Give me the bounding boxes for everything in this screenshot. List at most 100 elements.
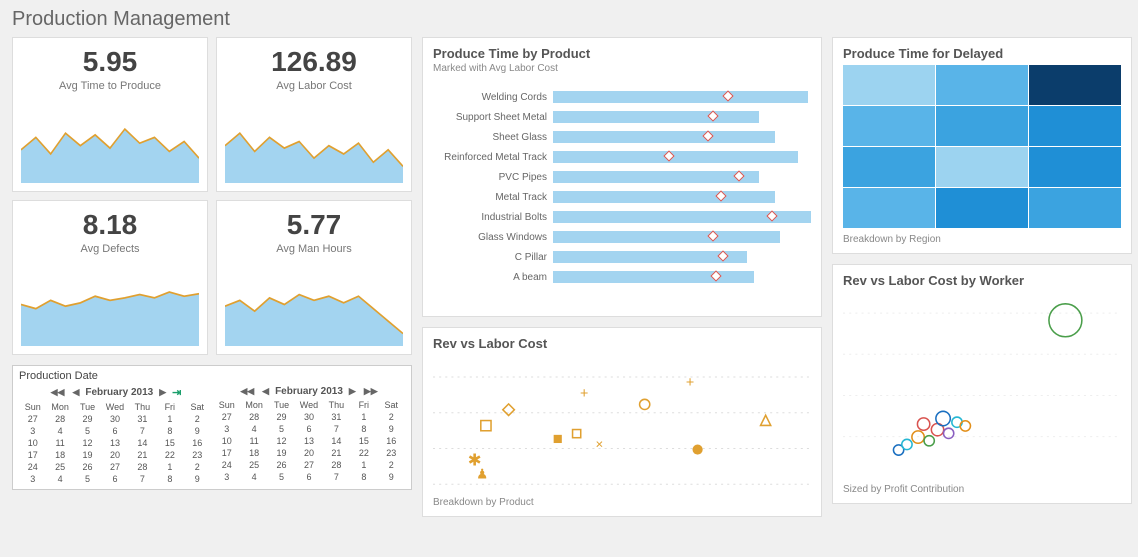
calendar-day[interactable]: 25 [240, 459, 267, 471]
calendar-day[interactable]: 24 [19, 461, 46, 473]
calendar-day[interactable]: 16 [184, 437, 211, 449]
calendar-day[interactable]: 18 [240, 447, 267, 459]
calendar-prev-fast-icon[interactable]: ◀◀ [238, 386, 256, 397]
calendar-day[interactable]: 28 [129, 461, 156, 473]
calendar-day[interactable]: 6 [295, 471, 322, 483]
calendar-range-icon[interactable]: ⇥ [172, 386, 181, 399]
calendar-day[interactable]: 22 [350, 447, 377, 459]
calendar-next-fast-icon[interactable]: ▶▶ [362, 386, 380, 397]
heatmap-cell [936, 188, 1028, 228]
heatmap-cell [843, 65, 935, 105]
calendar-day[interactable]: 7 [323, 423, 350, 435]
calendar-day[interactable]: 28 [240, 411, 267, 423]
calendar-day[interactable]: 27 [101, 461, 128, 473]
calendar-day[interactable]: 5 [268, 423, 295, 435]
calendar-day[interactable]: 5 [74, 425, 101, 437]
calendar-day[interactable]: 17 [213, 447, 240, 459]
calendar-day[interactable]: 5 [74, 473, 101, 485]
calendar-day[interactable]: 21 [129, 449, 156, 461]
calendar-day[interactable]: 6 [295, 423, 322, 435]
calendar-day[interactable]: 2 [184, 413, 211, 425]
sparkline-chart [21, 263, 199, 346]
calendar-day[interactable]: 6 [101, 425, 128, 437]
calendar-day[interactable]: 21 [323, 447, 350, 459]
calendar-day[interactable]: 4 [46, 425, 73, 437]
calendar-day[interactable]: 8 [156, 425, 183, 437]
calendar-day[interactable]: 3 [213, 471, 240, 483]
calendar-day[interactable]: 20 [101, 449, 128, 461]
heatmap-cell [936, 106, 1028, 146]
calendar-day[interactable]: 29 [268, 411, 295, 423]
calendar-day[interactable]: 20 [295, 447, 322, 459]
calendar-day[interactable]: 1 [156, 413, 183, 425]
calendar-day[interactable]: 11 [240, 435, 267, 447]
calendar-day[interactable]: 13 [295, 435, 322, 447]
calendar-day[interactable]: 15 [350, 435, 377, 447]
calendar-day[interactable]: 29 [74, 413, 101, 425]
calendar-day[interactable]: 31 [323, 411, 350, 423]
calendar-day[interactable]: 19 [268, 447, 295, 459]
calendar-day[interactable]: 10 [19, 437, 46, 449]
calendar-day[interactable]: 9 [184, 473, 211, 485]
calendar-day[interactable]: 28 [46, 413, 73, 425]
calendar-day[interactable]: 16 [378, 435, 405, 447]
calendar-day[interactable]: 23 [184, 449, 211, 461]
calendar-day[interactable]: 2 [184, 461, 211, 473]
bar-fill [553, 171, 759, 183]
calendar-day[interactable]: 12 [74, 437, 101, 449]
calendar-day[interactable]: 27 [213, 411, 240, 423]
calendar-day[interactable]: 19 [74, 449, 101, 461]
calendar-day[interactable]: 8 [156, 473, 183, 485]
calendar-day[interactable]: 27 [19, 413, 46, 425]
calendar-day[interactable]: 3 [213, 423, 240, 435]
calendar-day[interactable]: 12 [268, 435, 295, 447]
calendar-prev-icon[interactable]: ◀ [260, 386, 271, 397]
calendar-day[interactable]: 23 [378, 447, 405, 459]
calendar-next-icon[interactable]: ▶ [347, 386, 358, 397]
calendar-day[interactable]: 2 [378, 459, 405, 471]
calendar-day[interactable]: 9 [378, 423, 405, 435]
calendar-day[interactable]: 24 [213, 459, 240, 471]
calendar-day[interactable]: 1 [156, 461, 183, 473]
calendar-day[interactable]: 3 [19, 473, 46, 485]
bar-label: Welding Cords [433, 92, 553, 103]
calendar-day[interactable]: 15 [156, 437, 183, 449]
bar-label: Industrial Bolts [433, 212, 553, 223]
calendar-day[interactable]: 9 [184, 425, 211, 437]
calendar-day[interactable]: 26 [74, 461, 101, 473]
calendar-day[interactable]: 17 [19, 449, 46, 461]
calendar-next-icon[interactable]: ▶ [157, 387, 168, 398]
calendar-day[interactable]: 18 [46, 449, 73, 461]
calendar-prev-fast-icon[interactable]: ◀◀ [49, 387, 67, 398]
calendar-day[interactable]: 9 [378, 471, 405, 483]
calendar-day[interactable]: 3 [19, 425, 46, 437]
calendar-day[interactable]: 6 [101, 473, 128, 485]
calendar-day[interactable]: 28 [323, 459, 350, 471]
calendar-day[interactable]: 26 [268, 459, 295, 471]
calendar-day[interactable]: 2 [378, 411, 405, 423]
calendar-day[interactable]: 22 [156, 449, 183, 461]
calendar-day[interactable]: 7 [129, 473, 156, 485]
calendar-day[interactable]: 27 [295, 459, 322, 471]
calendar-day[interactable]: 31 [129, 413, 156, 425]
calendar-day[interactable]: 13 [101, 437, 128, 449]
calendar-day[interactable]: 14 [129, 437, 156, 449]
calendar-day[interactable]: 25 [46, 461, 73, 473]
calendar-day[interactable]: 4 [240, 423, 267, 435]
calendar-day[interactable]: 4 [240, 471, 267, 483]
calendar-day[interactable]: 30 [101, 413, 128, 425]
calendar-day[interactable]: 8 [350, 423, 377, 435]
calendar-day[interactable]: 1 [350, 411, 377, 423]
calendar-day[interactable]: 8 [350, 471, 377, 483]
calendar-day[interactable]: 14 [323, 435, 350, 447]
calendar-day[interactable]: 7 [129, 425, 156, 437]
bar-label: Metal Track [433, 192, 553, 203]
calendar-day[interactable]: 7 [323, 471, 350, 483]
calendar-day[interactable]: 1 [350, 459, 377, 471]
calendar-day[interactable]: 11 [46, 437, 73, 449]
calendar-day[interactable]: 10 [213, 435, 240, 447]
calendar-day[interactable]: 4 [46, 473, 73, 485]
calendar-day[interactable]: 5 [268, 471, 295, 483]
calendar-prev-icon[interactable]: ◀ [70, 387, 81, 398]
calendar-day[interactable]: 30 [295, 411, 322, 423]
